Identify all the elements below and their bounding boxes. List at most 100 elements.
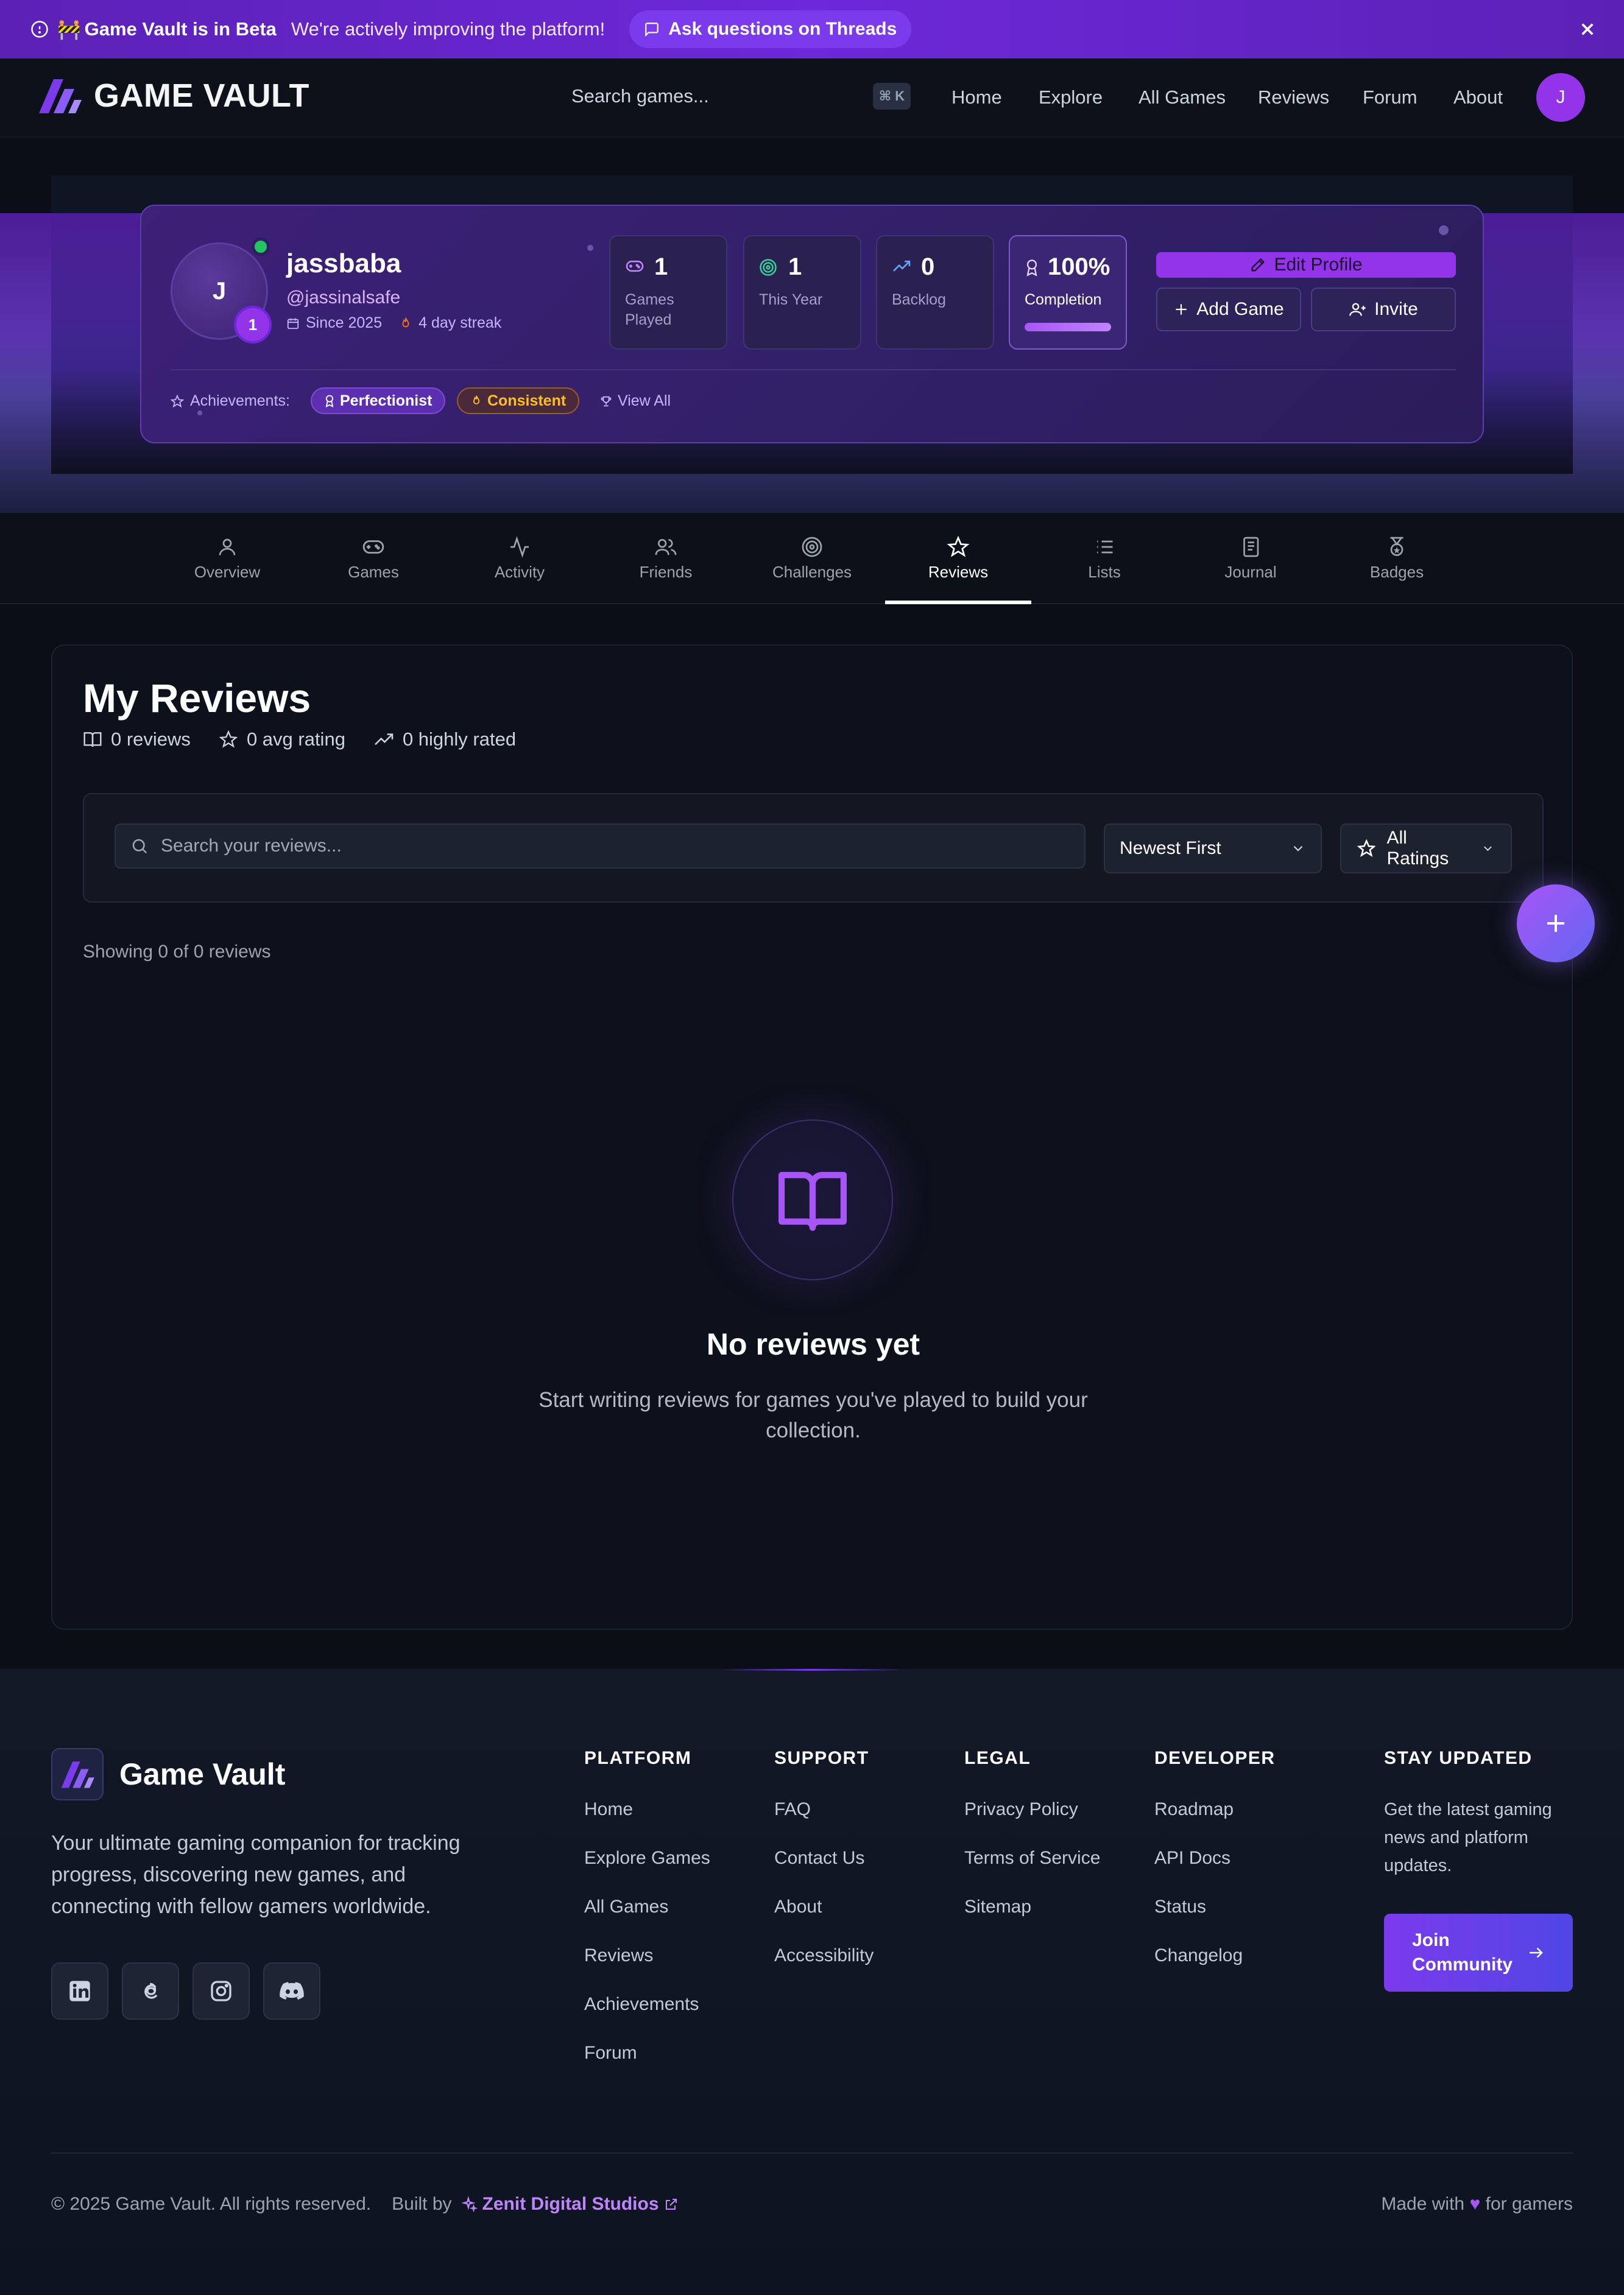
invite-label: Invite (1374, 299, 1418, 319)
calendar-icon (286, 317, 300, 330)
footer-link[interactable]: Home (584, 1799, 710, 1848)
footer-link[interactable]: All Games (584, 1897, 710, 1945)
gamepad-icon (362, 540, 384, 554)
footer-link[interactable]: Status (1154, 1897, 1276, 1945)
footer-link[interactable]: Accessibility (774, 1945, 874, 1994)
footer-divider (51, 2152, 1573, 2154)
tab-label: Reviews (928, 562, 989, 581)
footer-link[interactable]: Changelog (1154, 1945, 1276, 1994)
nav-forum[interactable]: Forum (1363, 86, 1417, 108)
nav-explore[interactable]: Explore (1039, 86, 1103, 108)
pencil-icon (1249, 256, 1266, 273)
footer-link[interactable]: Terms of Service (964, 1848, 1100, 1897)
nav-about[interactable]: About (1453, 86, 1503, 108)
search-icon (132, 839, 147, 854)
user-avatar[interactable]: J (1536, 73, 1585, 122)
heart-icon: ♥ (1469, 2194, 1481, 2214)
stat-completion: 100% Completion (1009, 235, 1127, 350)
tab-overview[interactable]: Overview (154, 513, 300, 604)
achievements-text: Achievements: (190, 392, 290, 409)
footer-glow-line (719, 1669, 905, 1671)
sort-select[interactable]: Newest First (1104, 823, 1322, 873)
footer-description: Your ultimate gaming companion for track… (51, 1831, 461, 1918)
footer-link[interactable]: Reviews (584, 1945, 710, 1994)
construction-emoji: 🚧 (57, 18, 81, 40)
search-placeholder: Search your reviews... (161, 836, 342, 856)
achievement-perfectionist[interactable]: Perfectionist (311, 387, 446, 414)
tab-journal[interactable]: Journal (1177, 513, 1324, 604)
nav-home[interactable]: Home (951, 86, 1002, 108)
invite-button[interactable]: Invite (1311, 287, 1456, 331)
brand-logo[interactable]: GAME VAULT (38, 77, 309, 115)
stat-backlog: 0 Backlog (876, 235, 994, 350)
footer-link[interactable]: Explore Games (584, 1848, 710, 1897)
footer-link[interactable]: Contact Us (774, 1848, 874, 1897)
copyright-text: © 2025 Game Vault. All rights reserved. (51, 2194, 372, 2214)
rating-filter-value: All Ratings (1386, 828, 1449, 869)
tab-label: Activity (494, 562, 545, 581)
tab-friends[interactable]: Friends (593, 513, 739, 604)
footer-link[interactable]: API Docs (1154, 1848, 1276, 1897)
list-icon (1097, 540, 1113, 553)
footer-brand[interactable]: Game Vault (51, 1748, 285, 1800)
star-icon (1357, 839, 1376, 858)
footer-link[interactable]: Roadmap (1154, 1799, 1276, 1848)
footer-link[interactable]: Forum (584, 2043, 710, 2092)
decorative-dot (1439, 225, 1449, 235)
footer-col-heading: PLATFORM (584, 1748, 692, 1768)
add-game-button[interactable]: Add Game (1156, 287, 1301, 331)
streak-label: 4 day streak (418, 314, 502, 331)
footer-link[interactable]: Privacy Policy (964, 1799, 1100, 1848)
footer-link[interactable]: About (774, 1897, 874, 1945)
profile-handle: @jassinalsafe (286, 287, 401, 308)
tab-games[interactable]: Games (300, 513, 447, 604)
tab-label: Friends (639, 562, 693, 581)
top-navbar: GAME VAULT Search games... ⌘ K Home Expl… (0, 58, 1624, 138)
footer-link[interactable]: Sitemap (964, 1897, 1100, 1945)
achievement-consistent[interactable]: Consistent (457, 387, 580, 414)
sparkles-icon (461, 2196, 478, 2212)
add-review-fab[interactable] (1517, 884, 1595, 962)
profile-meta: Since 2025 4 day streak (286, 314, 501, 332)
stay-updated-text: Get the latest gaming news and platform … (1384, 1800, 1552, 1875)
beta-message: We're actively improving the platform! (291, 18, 605, 40)
flame-icon (399, 317, 412, 330)
built-by-text: Built by (392, 2194, 452, 2214)
close-icon[interactable] (1575, 17, 1600, 41)
avg-rating-label: 0 avg rating (246, 728, 345, 750)
stat-value: 1 (788, 253, 802, 280)
footer-bottom-left: © 2025 Game Vault. All rights reserved. … (51, 2194, 679, 2215)
star-icon (947, 535, 970, 557)
threads-icon[interactable] (122, 1962, 179, 2020)
linkedin-icon[interactable] (51, 1962, 108, 2020)
stat-label: Games Played (625, 291, 674, 328)
nav-search-input[interactable]: Search games... (571, 85, 709, 107)
footer-col-developer: DEVELOPER Roadmap API Docs Status Change… (1154, 1748, 1276, 1994)
rating-filter-select[interactable]: All Ratings (1340, 823, 1512, 873)
tab-activity[interactable]: Activity (447, 513, 593, 604)
tab-label: Journal (1224, 562, 1277, 581)
review-count-label: 0 reviews (111, 728, 191, 750)
footer-link[interactable]: FAQ (774, 1799, 874, 1848)
tab-reviews[interactable]: Reviews (885, 513, 1031, 604)
instagram-icon[interactable] (192, 1962, 250, 2020)
threads-button[interactable]: Ask questions on Threads (629, 10, 912, 48)
join-community-button[interactable]: Join Community (1384, 1914, 1573, 1992)
stat-value: 1 (654, 253, 668, 280)
tab-challenges[interactable]: Challenges (739, 513, 885, 604)
edit-profile-button[interactable]: Edit Profile (1156, 252, 1456, 278)
review-search-input[interactable]: Search your reviews... (115, 823, 1086, 869)
studio-link[interactable]: Zenit Digital Studios (461, 2194, 679, 2215)
nav-all-games[interactable]: All Games (1139, 86, 1226, 108)
footer-link[interactable]: Achievements (584, 1994, 710, 2043)
view-all-achievements-link[interactable]: View All (599, 392, 671, 410)
profile-tabs: Overview Games Activity Friends Challeng… (0, 513, 1624, 604)
footer-col-legal: LEGAL Privacy Policy Terms of Service Si… (964, 1748, 1100, 1945)
discord-icon[interactable] (263, 1962, 320, 2020)
tab-badges[interactable]: Badges (1324, 513, 1470, 604)
view-all-label: View All (618, 392, 671, 409)
made-with-pre: Made with (1381, 2194, 1465, 2214)
tab-lists[interactable]: Lists (1031, 513, 1177, 604)
nav-reviews[interactable]: Reviews (1258, 86, 1329, 108)
book-icon (83, 732, 102, 747)
